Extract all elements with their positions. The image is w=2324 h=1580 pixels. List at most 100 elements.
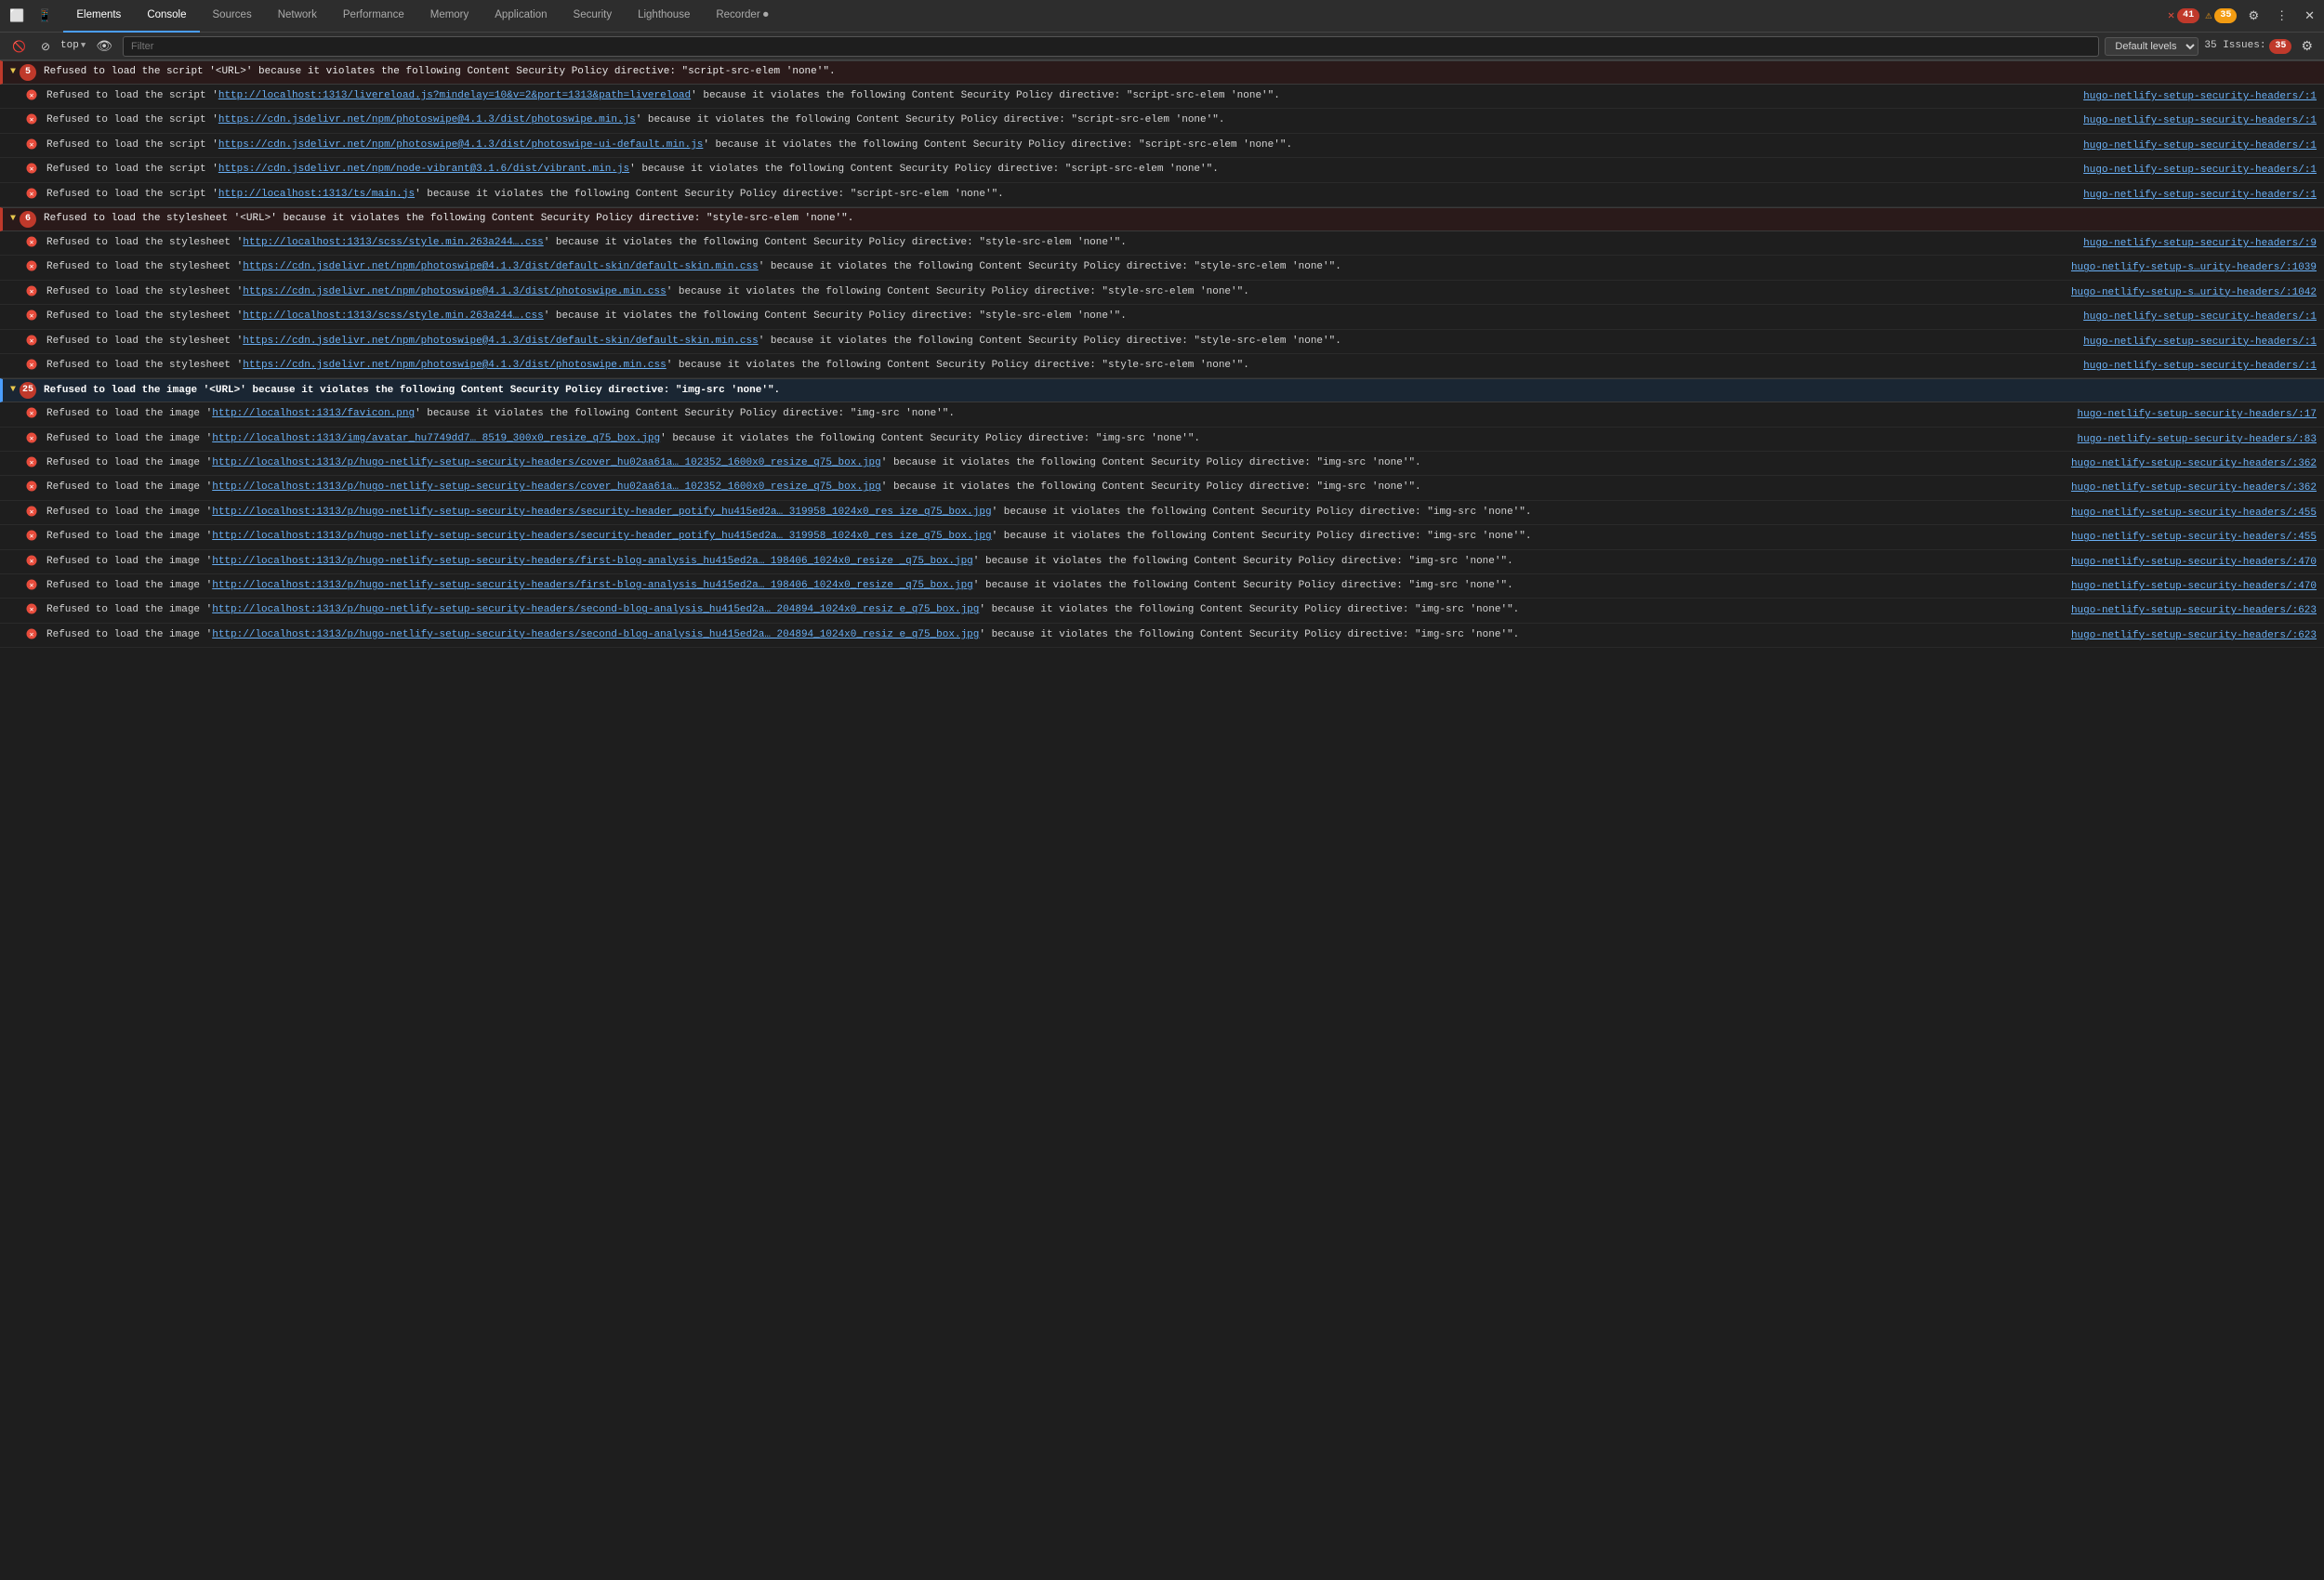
error-url-link[interactable]: http://localhost:1313/p/hugo-netlify-set… (212, 531, 991, 542)
tab-console[interactable]: Console (134, 0, 199, 33)
table-row[interactable]: ✕Refused to load the script 'http://loca… (0, 183, 2324, 207)
error-circle-icon: ✕ (26, 113, 37, 130)
error-url-link[interactable]: https://cdn.jsdelivr.net/npm/photoswipe@… (243, 360, 666, 371)
table-row[interactable]: ✕Refused to load the script 'https://cdn… (0, 109, 2324, 133)
eye-icon[interactable]: 👁 (91, 35, 117, 57)
source-file-link[interactable]: hugo-netlify-setup-security-headers/:623 (2067, 627, 2324, 645)
source-file-link[interactable]: hugo-netlify-setup-security-headers/:623 (2067, 602, 2324, 620)
tab-recorder[interactable]: Recorder ⏺ (703, 0, 781, 33)
table-row[interactable]: ✕Refused to load the script 'https://cdn… (0, 134, 2324, 158)
svg-text:✕: ✕ (30, 361, 34, 369)
settings-icon[interactable]: ⚙ (2242, 5, 2265, 27)
device-toolbar-icon[interactable]: 📱 (32, 5, 58, 27)
error-message: Refused to load the image 'http://localh… (43, 454, 2067, 473)
error-url-link[interactable]: http://localhost:1313/livereload.js?mind… (218, 90, 691, 101)
log-level-select[interactable]: Default levels (2105, 37, 2199, 56)
table-row[interactable]: ✕Refused to load the image 'http://local… (0, 402, 2324, 427)
table-row[interactable]: ✕Refused to load the script 'https://cdn… (0, 158, 2324, 182)
svg-text:✕: ✕ (30, 91, 34, 99)
source-file-link[interactable]: hugo-netlify-setup-security-headers/:362 (2067, 455, 2324, 473)
error-url-link[interactable]: https://cdn.jsdelivr.net/npm/photoswipe@… (218, 114, 636, 125)
source-file-link[interactable]: hugo-netlify-setup-security-headers/:470 (2067, 554, 2324, 572)
source-file-link[interactable]: hugo-netlify-setup-security-headers/:1 (2080, 334, 2324, 351)
tab-elements[interactable]: Elements (63, 0, 134, 33)
error-url-link[interactable]: https://cdn.jsdelivr.net/npm/node-vibran… (218, 164, 629, 175)
source-file-link[interactable]: hugo-netlify-setup-security-headers/:1 (2080, 88, 2324, 106)
error-url-link[interactable]: http://localhost:1313/p/hugo-netlify-set… (212, 481, 881, 493)
clear-console-button[interactable]: 🚫 (7, 37, 31, 56)
table-row[interactable]: ✕ Refused to load the stylesheet 'https:/… (0, 354, 2324, 378)
error-circle-icon: ✕ (26, 506, 37, 522)
tab-performance[interactable]: Performance (330, 0, 417, 33)
error-url-link[interactable]: https://cdn.jsdelivr.net/npm/photoswipe@… (243, 336, 759, 347)
table-row[interactable]: ✕Refused to load the stylesheet 'https:/… (0, 281, 2324, 305)
source-file-link[interactable]: hugo-netlify-setup-security-headers/:1 (2080, 162, 2324, 179)
table-row[interactable]: ✕Refused to load the image 'http://local… (0, 476, 2324, 500)
error-message: Refused to load the stylesheet 'https://… (43, 356, 2080, 375)
source-file-link[interactable]: hugo-netlify-setup-security-headers/:1 (2080, 358, 2324, 375)
source-file-link[interactable]: hugo-netlify-setup-security-headers/:9 (2080, 235, 2324, 253)
error-message: Refused to load the stylesheet 'http://l… (43, 307, 2080, 326)
source-file-link[interactable]: hugo-netlify-setup-security-headers/:83 (2074, 431, 2324, 449)
tab-security[interactable]: Security (561, 0, 626, 33)
source-file-link[interactable]: hugo-netlify-setup-security-headers/:1 (2080, 187, 2324, 204)
source-file-link[interactable]: hugo-netlify-setup-security-headers/:455 (2067, 529, 2324, 546)
filter-input[interactable] (123, 36, 2099, 57)
table-row[interactable]: ✕Refused to load the stylesheet 'http://… (0, 305, 2324, 329)
error-url-link[interactable]: https://cdn.jsdelivr.net/npm/photoswipe@… (243, 261, 759, 272)
tab-sources[interactable]: Sources (200, 0, 265, 33)
table-row[interactable]: ✕Refused to load the stylesheet 'http://… (0, 231, 2324, 256)
more-options-icon[interactable]: ⋮ (2270, 5, 2293, 27)
error-url-link[interactable]: https://cdn.jsdelivr.net/npm/photoswipe@… (243, 286, 666, 297)
table-row[interactable]: ✕Refused to load the image 'http://local… (0, 550, 2324, 574)
console-toolbar: 🚫 ⊘ top ▼ 👁 Default levels 35 Issues: 35… (0, 33, 2324, 60)
table-row[interactable]: ✕Refused to load the script 'http://loca… (0, 85, 2324, 109)
group-header-text: Refused to load the script '<URL>' becau… (44, 65, 836, 79)
error-url-link[interactable]: http://localhost:1313/favicon.png (212, 408, 415, 419)
error-url-link[interactable]: http://localhost:1313/img/avatar_hu7749d… (212, 433, 660, 444)
error-circle-icon: ✕ (26, 163, 37, 179)
tab-lighthouse[interactable]: Lighthouse (625, 0, 703, 33)
error-url-link[interactable]: http://localhost:1313/scss/style.min.263… (243, 237, 543, 248)
filter-toggle-button[interactable]: ⊘ (36, 37, 55, 56)
table-row[interactable]: ✕Refused to load the stylesheet 'https:/… (0, 330, 2324, 354)
group-header-1[interactable]: ▼6Refused to load the stylesheet '<URL>'… (0, 207, 2324, 231)
table-row[interactable]: ✕Refused to load the image 'http://local… (0, 501, 2324, 525)
source-file-link[interactable]: hugo-netlify-setup-security-headers/:362 (2067, 480, 2324, 497)
source-file-link[interactable]: hugo-netlify-setup-security-headers/:1 (2080, 112, 2324, 130)
error-url-link[interactable]: http://localhost:1313/p/hugo-netlify-set… (212, 457, 881, 468)
source-file-link[interactable]: hugo-netlify-setup-security-headers/:17 (2074, 406, 2324, 424)
tab-memory[interactable]: Memory (417, 0, 482, 33)
source-file-link[interactable]: hugo-netlify-setup-security-headers/:455 (2067, 505, 2324, 522)
close-devtools-icon[interactable]: ✕ (2299, 5, 2320, 27)
error-url-link[interactable]: http://localhost:1313/p/hugo-netlify-set… (212, 629, 979, 640)
error-url-link[interactable]: https://cdn.jsdelivr.net/npm/photoswipe@… (218, 139, 704, 151)
issues-settings-icon[interactable]: ⚙ (2297, 36, 2317, 56)
table-row[interactable]: ✕Refused to load the image 'http://local… (0, 452, 2324, 476)
table-row[interactable]: ✕Refused to load the image 'http://local… (0, 574, 2324, 599)
table-row[interactable]: ✕Refused to load the image 'http://local… (0, 428, 2324, 452)
source-file-link[interactable]: hugo-netlify-setup-security-headers/:1 (2080, 138, 2324, 155)
error-url-link[interactable]: http://localhost:1313/p/hugo-netlify-set… (212, 580, 973, 591)
devtools-toggle-icon[interactable]: ⬜ (4, 5, 30, 27)
source-file-link[interactable]: hugo-netlify-setup-s…urity-headers/:1042 (2067, 284, 2324, 302)
svg-text:✕: ✕ (30, 557, 34, 565)
svg-text:✕: ✕ (30, 532, 34, 540)
source-file-link[interactable]: hugo-netlify-setup-security-headers/:1 (2080, 309, 2324, 326)
error-url-link[interactable]: http://localhost:1313/p/hugo-netlify-set… (212, 507, 991, 518)
table-row[interactable]: ✕Refused to load the image 'http://local… (0, 525, 2324, 549)
console-area[interactable]: ▼5Refused to load the script '<URL>' bec… (0, 60, 2324, 1579)
tab-application[interactable]: Application (482, 0, 560, 33)
error-url-link[interactable]: http://localhost:1313/scss/style.min.263… (243, 310, 543, 322)
table-row[interactable]: ✕Refused to load the image 'http://local… (0, 624, 2324, 648)
table-row[interactable]: ✕Refused to load the image 'http://local… (0, 599, 2324, 623)
error-url-link[interactable]: http://localhost:1313/ts/main.js (218, 189, 415, 200)
tab-network[interactable]: Network (265, 0, 330, 33)
group-header-2[interactable]: ▼25Refused to load the image '<URL>' bec… (0, 378, 2324, 402)
error-url-link[interactable]: http://localhost:1313/p/hugo-netlify-set… (212, 556, 973, 567)
group-header-0[interactable]: ▼5Refused to load the script '<URL>' bec… (0, 60, 2324, 85)
source-file-link[interactable]: hugo-netlify-setup-security-headers/:470 (2067, 578, 2324, 596)
table-row[interactable]: ✕Refused to load the stylesheet 'https:/… (0, 256, 2324, 280)
error-url-link[interactable]: http://localhost:1313/p/hugo-netlify-set… (212, 604, 979, 615)
source-file-link[interactable]: hugo-netlify-setup-s…urity-headers/:1039 (2067, 259, 2324, 277)
